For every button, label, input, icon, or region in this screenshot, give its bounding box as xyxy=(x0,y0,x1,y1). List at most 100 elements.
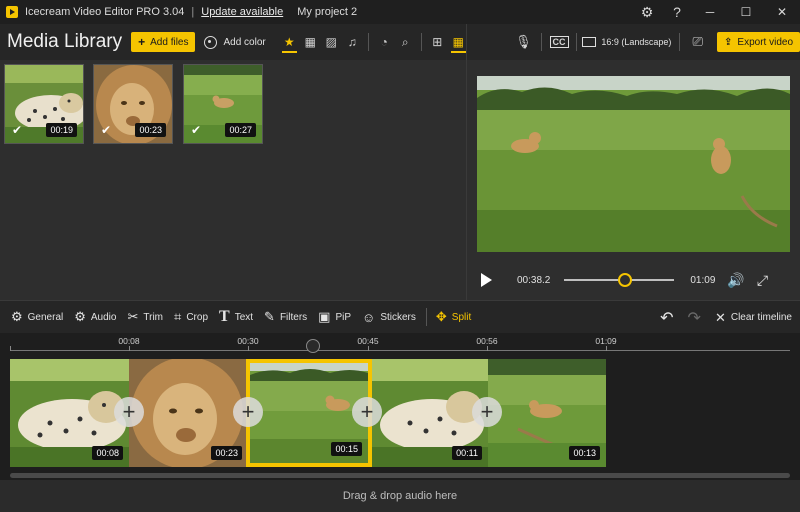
timeline-clip-cheetah-2[interactable]: 00:11 xyxy=(372,359,488,467)
playhead-handle[interactable] xyxy=(306,339,320,353)
preview-divider xyxy=(576,33,578,51)
media-item-lion[interactable]: ✔ 00:23 xyxy=(93,64,173,144)
split-tool[interactable]: ✥ Split xyxy=(436,309,471,325)
tick-mark xyxy=(10,346,11,351)
settings-gear-icon[interactable]: ⚙ xyxy=(632,0,662,24)
tick-mark xyxy=(248,346,249,351)
stickers-tool[interactable]: ☺ Stickers xyxy=(362,310,416,325)
help-icon[interactable]: ? xyxy=(662,0,692,24)
split-icon: ✥ xyxy=(435,309,447,324)
undo-icon[interactable]: ↶ xyxy=(660,308,673,328)
filters-tool[interactable]: ✎ Filters xyxy=(264,309,307,325)
audio-drop-zone[interactable]: Drag & drop audio here xyxy=(0,480,800,512)
volume-icon[interactable]: 🔊 xyxy=(727,272,744,289)
add-color-button[interactable]: Add color xyxy=(204,35,266,49)
split-label: Split xyxy=(451,311,472,323)
tick-label: 00:56 xyxy=(476,336,498,346)
general-label: General xyxy=(27,311,64,323)
audio-gear-icon: ⚙ xyxy=(74,309,86,324)
tick-label: 00:30 xyxy=(237,336,259,346)
maximize-button[interactable]: ☐ xyxy=(728,0,764,24)
audio-tool[interactable]: ⚙ Audio xyxy=(74,309,116,325)
tick-mark xyxy=(606,346,607,351)
scissors-icon: ✂ xyxy=(127,309,139,324)
close-button[interactable]: ✕ xyxy=(764,0,800,24)
clear-timeline-button[interactable]: ✕ Clear timeline xyxy=(715,310,792,326)
used-check-icon: ✔ xyxy=(12,123,23,137)
current-time: 00:38.2 xyxy=(517,274,551,286)
grid-large-icon[interactable]: ⊞ xyxy=(427,31,448,53)
export-video-button[interactable]: ⇪ Export video xyxy=(717,32,800,52)
preview-toolbar: 🎙 CC 16:9 (Landscape) ⎚ ⇪ Export video xyxy=(466,24,800,60)
sticker-icon: ☺ xyxy=(362,309,376,325)
title-separator: | xyxy=(191,6,195,18)
add-files-button[interactable]: + Add files xyxy=(131,32,196,52)
gear-icon: ⚙ xyxy=(11,309,23,324)
aspect-ratio-label: 16:9 (Landscape) xyxy=(601,37,672,47)
stopwatch-icon[interactable]: ◔ xyxy=(374,31,395,53)
filters-label: Filters xyxy=(279,311,308,323)
preview-divider xyxy=(679,33,681,51)
timeline-clip-lion[interactable]: 00:23 xyxy=(129,359,248,467)
general-tool[interactable]: ⚙ General xyxy=(11,309,63,325)
add-transition-button[interactable]: + xyxy=(472,397,502,427)
tick-mark xyxy=(487,346,488,351)
star-icon[interactable]: ★ xyxy=(279,31,300,53)
camera-icon[interactable]: ⎚ xyxy=(685,31,710,53)
project-name: My project 2 xyxy=(297,6,358,18)
view-divider xyxy=(420,33,422,51)
trim-tool[interactable]: ✂ Trim xyxy=(127,309,163,325)
clear-timeline-label: Clear timeline xyxy=(730,312,792,323)
preview-frame-image xyxy=(477,76,790,252)
stickers-label: Stickers xyxy=(380,311,416,323)
aspect-ratio-icon xyxy=(582,37,597,47)
video-preview-panel: 00:38.2 01:09 🔊 ⤢ xyxy=(466,60,800,300)
search-icon[interactable]: ⌕ xyxy=(395,31,416,53)
seek-handle[interactable] xyxy=(617,273,632,287)
music-icon[interactable]: ♫ xyxy=(342,31,363,53)
timeline-scrollbar[interactable] xyxy=(10,473,790,478)
update-available-link[interactable]: Update available xyxy=(201,6,283,18)
clip-duration: 00:15 xyxy=(331,442,362,456)
minimize-button[interactable]: ─ xyxy=(692,0,728,24)
pip-tool[interactable]: ▣ PiP xyxy=(318,309,351,325)
microphone-icon[interactable]: 🎙 xyxy=(511,31,536,53)
filters-icon: ✎ xyxy=(264,309,275,324)
captions-icon[interactable]: CC xyxy=(547,31,572,53)
pip-icon: ▣ xyxy=(318,309,331,324)
pip-label: PiP xyxy=(335,311,352,323)
filter-divider xyxy=(367,33,369,51)
export-icon: ⇪ xyxy=(724,36,733,48)
add-transition-button[interactable]: + xyxy=(114,397,144,427)
crop-tool[interactable]: ⌗ Crop xyxy=(174,309,208,325)
add-transition-button[interactable]: + xyxy=(352,397,382,427)
aspect-ratio-button[interactable]: 16:9 (Landscape) xyxy=(582,37,671,47)
timeline-clip-lions-savanna-2[interactable]: 00:13 xyxy=(488,359,606,467)
add-color-label: Add color xyxy=(223,36,266,48)
media-item-cheetah[interactable]: ✔ 00:19 xyxy=(4,64,84,144)
clip-duration: 00:23 xyxy=(211,446,242,460)
clear-icon: ✕ xyxy=(714,309,726,325)
audio-drop-label: Drag & drop audio here xyxy=(342,490,458,502)
title-bar: Icecream Video Editor PRO 3.04 | Update … xyxy=(0,0,800,24)
text-tool[interactable]: T Text xyxy=(219,308,253,326)
timeline-ruler[interactable]: 00:08 00:30 00:45 00:56 01:09 xyxy=(10,333,790,355)
redo-icon[interactable]: ↷ xyxy=(688,308,701,328)
play-icon[interactable] xyxy=(481,273,492,287)
seek-slider[interactable] xyxy=(564,273,675,287)
video-track: 00:08 00:23 00:15 00:11 00:13 + + + + xyxy=(10,359,610,467)
palette-icon xyxy=(204,35,218,49)
clip-duration: 00:13 xyxy=(569,446,600,460)
video-icon[interactable]: ▦ xyxy=(300,31,321,53)
fullscreen-icon[interactable]: ⤢ xyxy=(757,272,768,289)
media-item-lions-savanna[interactable]: ✔ 00:27 xyxy=(183,64,263,144)
clip-duration: 00:11 xyxy=(452,446,482,460)
add-transition-button[interactable]: + xyxy=(233,397,263,427)
library-toolbar: Media Library + Add files Add color ★ ▦ … xyxy=(0,24,491,60)
export-video-label: Export video xyxy=(737,36,794,48)
tick-label: 01:09 xyxy=(595,336,617,346)
timeline-clip-cheetah[interactable]: 00:08 xyxy=(10,359,129,467)
trim-label: Trim xyxy=(143,311,163,323)
video-preview[interactable] xyxy=(477,76,790,252)
image-icon[interactable]: ▨ xyxy=(321,31,342,53)
